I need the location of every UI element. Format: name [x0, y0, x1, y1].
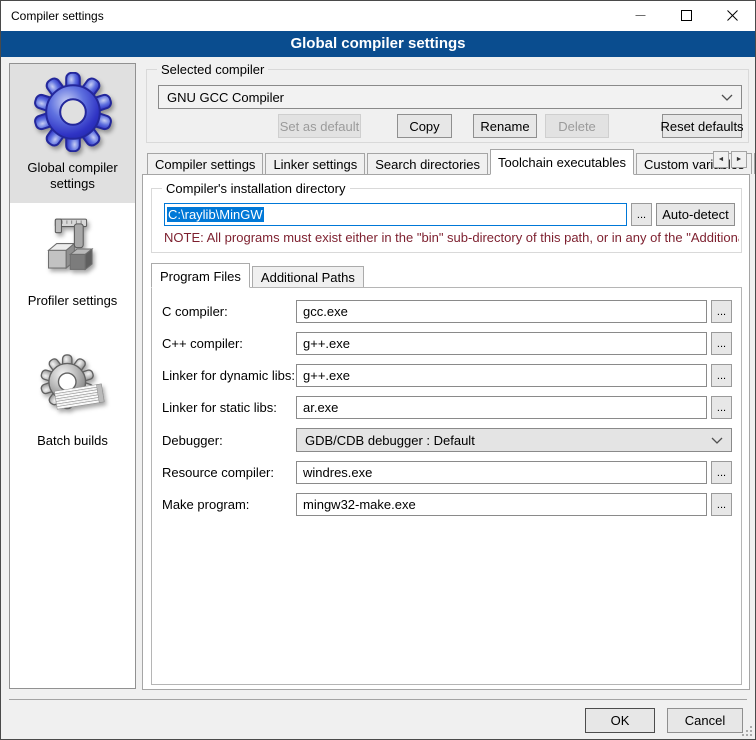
resource-compiler-label: Resource compiler:: [162, 465, 296, 480]
cpp-compiler-label: C++ compiler:: [162, 336, 296, 351]
selected-compiler-legend: Selected compiler: [157, 62, 268, 77]
compiler-settings-dialog: Compiler settings Global compiler settin…: [0, 0, 756, 740]
linker-static-browse-button[interactable]: ...: [711, 396, 732, 419]
rename-button[interactable]: Rename: [473, 114, 537, 138]
set-as-default-button: Set as default: [278, 114, 361, 138]
field-row-c-compiler: C compiler: ...: [162, 300, 732, 323]
installation-directory-row: C:\raylib\MinGW ... Auto-detect: [164, 203, 735, 226]
linker-static-input[interactable]: [296, 396, 707, 419]
arrow-left-icon: ◄: [718, 156, 725, 163]
gray-gear-papers-icon: [36, 353, 110, 428]
installation-directory-group: Compiler's installation directory C:\ray…: [151, 188, 742, 253]
cancel-button[interactable]: Cancel: [667, 708, 743, 733]
close-icon: [727, 9, 738, 24]
linker-dynamic-label: Linker for dynamic libs:: [162, 368, 296, 383]
c-compiler-input[interactable]: [296, 300, 707, 323]
sidebar-item-global-compiler-settings[interactable]: Global compiler settings: [10, 64, 135, 203]
sidebar-item-label: Global compiler settings: [13, 160, 132, 193]
c-compiler-label: C compiler:: [162, 304, 296, 319]
installation-directory-value: C:\raylib\MinGW: [167, 207, 264, 222]
window-controls: [617, 1, 755, 31]
tab-toolchain-executables[interactable]: Toolchain executables: [490, 149, 634, 175]
chevron-down-icon: [721, 94, 733, 101]
tab-search-directories[interactable]: Search directories: [367, 153, 488, 174]
footer-separator: [9, 699, 747, 700]
compiler-select-value: GNU GCC Compiler: [167, 90, 284, 105]
installation-note: NOTE: All programs must exist either in …: [164, 230, 739, 245]
window-title: Compiler settings: [1, 9, 104, 23]
minimize-button[interactable]: [617, 1, 663, 31]
installation-directory-input[interactable]: C:\raylib\MinGW: [164, 203, 627, 226]
compiler-select[interactable]: GNU GCC Compiler: [158, 85, 742, 109]
sidebar-item-profiler-settings[interactable]: Profiler settings: [10, 203, 135, 319]
cpp-compiler-browse-button[interactable]: ...: [711, 332, 732, 355]
tab-compiler-settings[interactable]: Compiler settings: [147, 153, 263, 174]
field-row-cpp-compiler: C++ compiler: ...: [162, 332, 732, 355]
selected-compiler-group: Selected compiler GNU GCC Compiler Set a…: [146, 69, 749, 143]
close-button[interactable]: [709, 1, 755, 31]
program-files-panel: C compiler: ... C++ compiler: ... Linker…: [151, 287, 742, 685]
page-title: Global compiler settings: [1, 31, 755, 57]
field-row-resource-compiler: Resource compiler: ...: [162, 461, 732, 484]
linker-static-label: Linker for static libs:: [162, 400, 296, 415]
settings-tab-strip: Compiler settings Linker settings Search…: [142, 149, 750, 174]
make-program-label: Make program:: [162, 497, 296, 512]
debugger-label: Debugger:: [162, 433, 296, 448]
title-bar: Compiler settings: [1, 1, 755, 31]
debugger-select[interactable]: GDB/CDB debugger : Default: [296, 428, 732, 452]
caliper-icon: [39, 213, 107, 288]
tab-scroll-buttons: ◄ ►: [711, 151, 747, 168]
sidebar-item-batch-builds[interactable]: Batch builds: [10, 319, 135, 459]
linker-dynamic-browse-button[interactable]: ...: [711, 364, 732, 387]
tab-scroll-right-button[interactable]: ►: [731, 151, 747, 168]
c-compiler-browse-button[interactable]: ...: [711, 300, 732, 323]
sidebar-item-label: Batch builds: [37, 433, 108, 449]
minimize-icon: [635, 9, 646, 24]
cpp-compiler-input[interactable]: [296, 332, 707, 355]
resize-grip[interactable]: [742, 726, 752, 736]
browse-directory-button[interactable]: ...: [631, 203, 652, 226]
toolchain-executables-panel: Compiler's installation directory C:\ray…: [142, 174, 750, 690]
sidebar-item-label: Profiler settings: [28, 293, 118, 309]
debugger-select-value: GDB/CDB debugger : Default: [305, 433, 475, 448]
auto-detect-button[interactable]: Auto-detect: [656, 203, 735, 226]
field-row-debugger: Debugger: GDB/CDB debugger : Default: [162, 428, 732, 452]
delete-button: Delete: [545, 114, 609, 138]
field-row-make-program: Make program: ...: [162, 493, 732, 516]
ok-button[interactable]: OK: [585, 708, 655, 733]
copy-button[interactable]: Copy: [397, 114, 452, 138]
program-files-tab-strip: Program Files Additional Paths: [151, 263, 749, 287]
field-row-linker-dynamic: Linker for dynamic libs: ...: [162, 364, 732, 387]
installation-directory-legend: Compiler's installation directory: [162, 181, 350, 196]
resource-compiler-browse-button[interactable]: ...: [711, 461, 732, 484]
maximize-icon: [681, 9, 692, 24]
main-panel: Selected compiler GNU GCC Compiler Set a…: [142, 63, 750, 690]
tab-program-files[interactable]: Program Files: [151, 263, 250, 288]
tab-additional-paths[interactable]: Additional Paths: [252, 266, 364, 287]
settings-category-list: Global compiler settings: [9, 63, 136, 689]
arrow-right-icon: ►: [736, 156, 743, 163]
blue-gear-icon: [33, 72, 113, 155]
maximize-button[interactable]: [663, 1, 709, 31]
reset-defaults-button[interactable]: Reset defaults: [662, 114, 742, 138]
make-program-browse-button[interactable]: ...: [711, 493, 732, 516]
tab-linker-settings[interactable]: Linker settings: [265, 153, 365, 174]
tab-scroll-left-button[interactable]: ◄: [713, 151, 729, 168]
make-program-input[interactable]: [296, 493, 707, 516]
resource-compiler-input[interactable]: [296, 461, 707, 484]
field-row-linker-static: Linker for static libs: ...: [162, 396, 732, 419]
linker-dynamic-input[interactable]: [296, 364, 707, 387]
compiler-buttons-row: Set as default Copy Rename Delete Reset …: [158, 114, 742, 138]
chevron-down-icon: [711, 437, 723, 444]
